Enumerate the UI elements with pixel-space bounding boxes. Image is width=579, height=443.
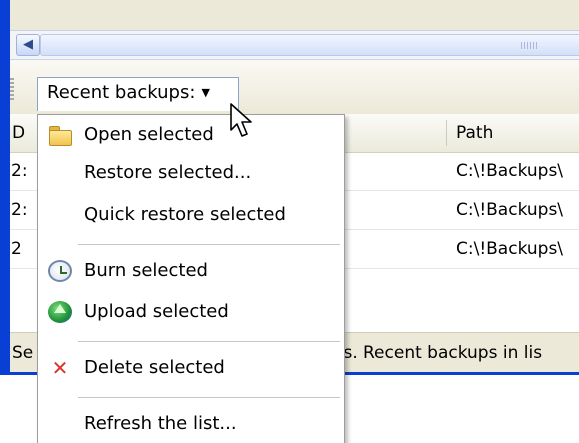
row-path: C:\!Backups\ (456, 239, 564, 259)
menu-item-upload-selected[interactable]: Upload selected (38, 295, 344, 329)
dropdown-arrow-icon: ▼ (201, 86, 210, 99)
toolbar: Recent backups: ▼ (10, 60, 579, 114)
clock-icon (48, 260, 72, 282)
row-path: C:\!Backups\ (456, 200, 564, 220)
menu-item-refresh-list[interactable]: Refresh the list... (38, 407, 344, 441)
globe-icon (48, 301, 72, 323)
mouse-pointer-icon (230, 103, 252, 137)
status-left-text: Se (12, 343, 34, 363)
column-divider[interactable] (446, 120, 447, 146)
menu-separator (78, 397, 340, 398)
row-date: 2: (11, 200, 28, 220)
menu-item-burn-selected[interactable]: Burn selected (38, 254, 344, 288)
scroll-left-button[interactable]: ◀ (16, 34, 40, 56)
menu-item-quick-restore-selected[interactable]: Quick restore selected (38, 198, 344, 232)
folder-icon (48, 124, 72, 146)
menu-item-label: Burn selected (84, 260, 208, 281)
delete-icon: ✕ (51, 356, 69, 380)
column-header-date[interactable]: D (12, 114, 25, 152)
column-header-path[interactable]: Path (456, 114, 493, 152)
menu-item-restore-selected[interactable]: Restore selected... (38, 156, 344, 190)
menu-item-label: Delete selected (84, 357, 225, 378)
menu-item-label: Restore selected... (84, 162, 252, 183)
thumb-grip-icon (521, 42, 539, 49)
menu-separator (78, 341, 340, 342)
row-path: C:\!Backups\ (456, 161, 564, 181)
scroll-thumb[interactable] (40, 34, 579, 56)
menu-item-label: Upload selected (84, 301, 229, 322)
menu-separator (78, 244, 340, 245)
row-date: 2 (11, 239, 22, 259)
recent-backups-menu: Open selected Restore selected... Quick … (37, 114, 345, 443)
menu-item-delete-selected[interactable]: ✕ Delete selected (38, 351, 344, 385)
menu-item-label: Open selected (84, 124, 214, 145)
recent-backups-label: Recent backups: (47, 82, 196, 103)
toolbar-grip-icon[interactable] (10, 78, 14, 100)
menu-item-label: Refresh the list... (84, 413, 237, 434)
recent-backups-dropdown[interactable]: Recent backups: ▼ (37, 77, 239, 111)
menu-item-label: Quick restore selected (84, 204, 286, 225)
menu-item-open-selected[interactable]: Open selected (38, 118, 344, 152)
chevron-left-icon: ◀ (23, 37, 33, 52)
horizontal-scrollbar[interactable]: ◀ (10, 30, 579, 60)
row-date: 2: (11, 161, 28, 181)
status-right-text: Recent backups in lis (363, 343, 543, 363)
